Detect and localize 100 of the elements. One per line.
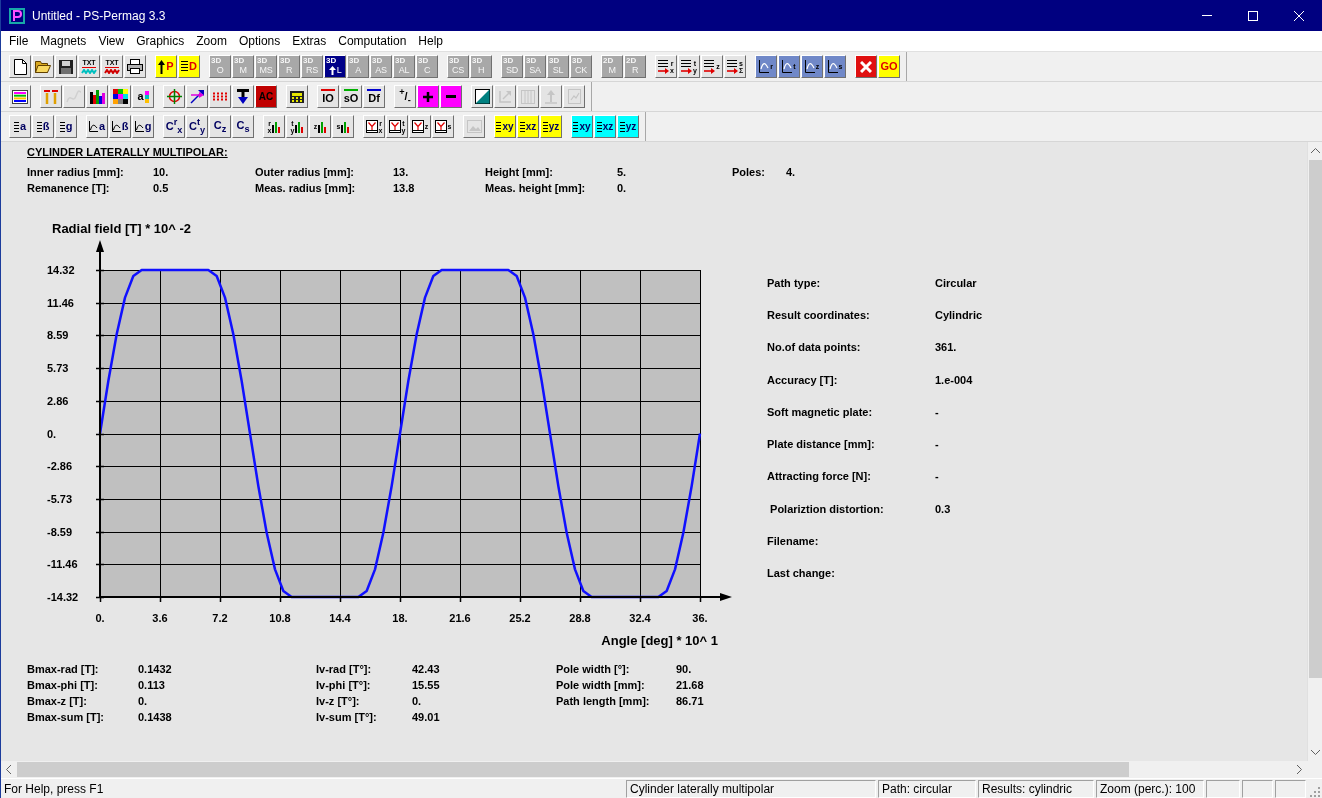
toolbar-button[interactable]: yz	[540, 115, 562, 138]
toolbar-button[interactable]: a	[9, 115, 31, 138]
toolbar-button[interactable]	[186, 85, 208, 108]
toolbar-button[interactable]	[109, 85, 131, 108]
tick-label: 10.8	[269, 612, 291, 624]
dotted-lines-icon	[213, 92, 227, 101]
tick-label: 25.2	[509, 612, 531, 624]
axis-chart-icon	[827, 60, 838, 73]
toolbar-button[interactable]: xy	[571, 115, 593, 138]
parameter-value: 5.	[617, 165, 627, 180]
axis-title: Radial field [T] * 10^ -2	[52, 221, 192, 236]
toolbar-button[interactable]	[86, 85, 108, 108]
toolbar-button[interactable]	[440, 85, 462, 108]
axis-chart-icon	[804, 60, 815, 73]
resize-grip[interactable]	[1309, 786, 1320, 797]
toolbar-button[interactable]	[9, 55, 31, 78]
info-label: Last change:	[767, 567, 835, 581]
parameter-label: Meas. height [mm]:	[485, 181, 586, 196]
info-value: -	[935, 438, 939, 452]
menu-item[interactable]: File	[3, 31, 35, 51]
toolbar-button[interactable]: xz	[517, 115, 539, 138]
toolbar-button[interactable]	[55, 55, 77, 78]
crosshair-icon	[166, 89, 182, 104]
toolbar-button[interactable]: sO	[340, 85, 362, 108]
result-label: Bmax-z [T]:	[27, 694, 87, 708]
toolbar-button[interactable]	[32, 55, 54, 78]
parameter-label: Outer radius [mm]:	[255, 165, 354, 180]
graph-icon	[111, 121, 121, 132]
parameter-value: 13.	[393, 165, 409, 180]
up-arrow-icon	[158, 59, 166, 74]
toolbar-button[interactable]	[124, 55, 146, 78]
axes-arrow-icon	[498, 89, 512, 104]
tick-label: 3.6	[152, 612, 168, 624]
toolbar-button[interactable]: a	[86, 115, 108, 138]
menu-item[interactable]: Magnets	[34, 31, 93, 51]
toolbar-button[interactable]: $^{+}$/$_{-}$	[394, 85, 416, 108]
status-panel	[1242, 779, 1273, 798]
toolbar-button[interactable]	[471, 85, 493, 108]
toolbar-button[interactable]	[286, 85, 308, 108]
lines-icon	[619, 121, 625, 132]
toolbar-button[interactable]: D	[178, 55, 200, 78]
tick-label: 21.6	[449, 612, 471, 624]
axis-chart-icon	[759, 60, 770, 73]
result-value: 0.113	[138, 678, 165, 692]
tick-label: -11.46	[47, 558, 78, 571]
parameter-value: 0.	[617, 181, 627, 196]
menu-item[interactable]: Zoom	[190, 31, 233, 51]
toolbar-button[interactable]: GO	[878, 55, 900, 78]
y-chart-icon	[365, 120, 378, 133]
info-value: -	[935, 405, 939, 419]
menu-item[interactable]: Extras	[286, 31, 333, 51]
toolbar-button[interactable]	[9, 85, 31, 108]
lines-icon	[13, 121, 19, 132]
tick-label: 32.4	[629, 612, 651, 624]
toolbar-button[interactable]	[417, 85, 439, 108]
menu-item[interactable]: View	[92, 31, 131, 51]
x-mark-icon	[860, 60, 872, 73]
menu-item[interactable]: Options	[232, 31, 287, 51]
menu-item[interactable]: Computation	[332, 31, 413, 51]
diagonal-square-icon	[474, 89, 490, 104]
result-label: Bmax-phi [T]:	[27, 678, 98, 692]
tick-label: 5.73	[47, 362, 69, 375]
toolbar-button[interactable]: g	[132, 115, 154, 138]
minus-icon	[446, 95, 456, 98]
toolbar-button[interactable]: a	[132, 85, 154, 108]
printer-icon	[127, 59, 143, 74]
lines-icon	[542, 121, 548, 132]
result-value: 42.43	[412, 662, 440, 676]
scroll-thumb[interactable]	[1308, 160, 1322, 678]
bar-chart-icon	[89, 89, 105, 104]
tick-label: 28.8	[569, 612, 591, 624]
menu-item[interactable]: Help	[412, 31, 449, 51]
toolbar-button[interactable]: yz	[617, 115, 639, 138]
tick-label: 36.	[692, 612, 708, 624]
status-panel: Zoom (perc.): 100	[1096, 779, 1204, 798]
toolbar-button[interactable]: Df	[363, 85, 385, 108]
toolbar-button[interactable]: ß	[109, 115, 131, 138]
tick-label: 14.4	[329, 612, 351, 624]
axis-chart-icon	[782, 60, 793, 73]
graph-icon	[88, 121, 98, 132]
bar-chart-icon	[295, 120, 304, 133]
toolbar-button[interactable]: IO	[317, 85, 339, 108]
toolbar-button[interactable]: C$_{z}$	[209, 115, 231, 138]
crossed-arrows-icon	[189, 89, 205, 104]
toolbar-button[interactable]: 3D L	[324, 55, 346, 78]
scroll-thumb[interactable]	[17, 762, 1129, 777]
status-panel	[1275, 779, 1306, 798]
folder-icon	[35, 60, 51, 73]
toolbar-button[interactable]: xz	[594, 115, 616, 138]
result-value: 0.	[412, 694, 422, 708]
menu-item[interactable]: Graphics	[130, 31, 191, 51]
toolbar-button[interactable]: g	[55, 115, 77, 138]
toolbar-button[interactable]: xy	[494, 115, 516, 138]
toolbar-button[interactable]: C$_{s}$	[232, 115, 254, 138]
toolbar-button[interactable]	[232, 85, 254, 108]
toolbar-button[interactable]: P	[155, 55, 177, 78]
toolbar-button[interactable]: ß	[32, 115, 54, 138]
tick-label: 0.	[47, 427, 57, 440]
picture-icon	[466, 120, 482, 133]
result-label: Pole width [mm]:	[556, 678, 645, 692]
